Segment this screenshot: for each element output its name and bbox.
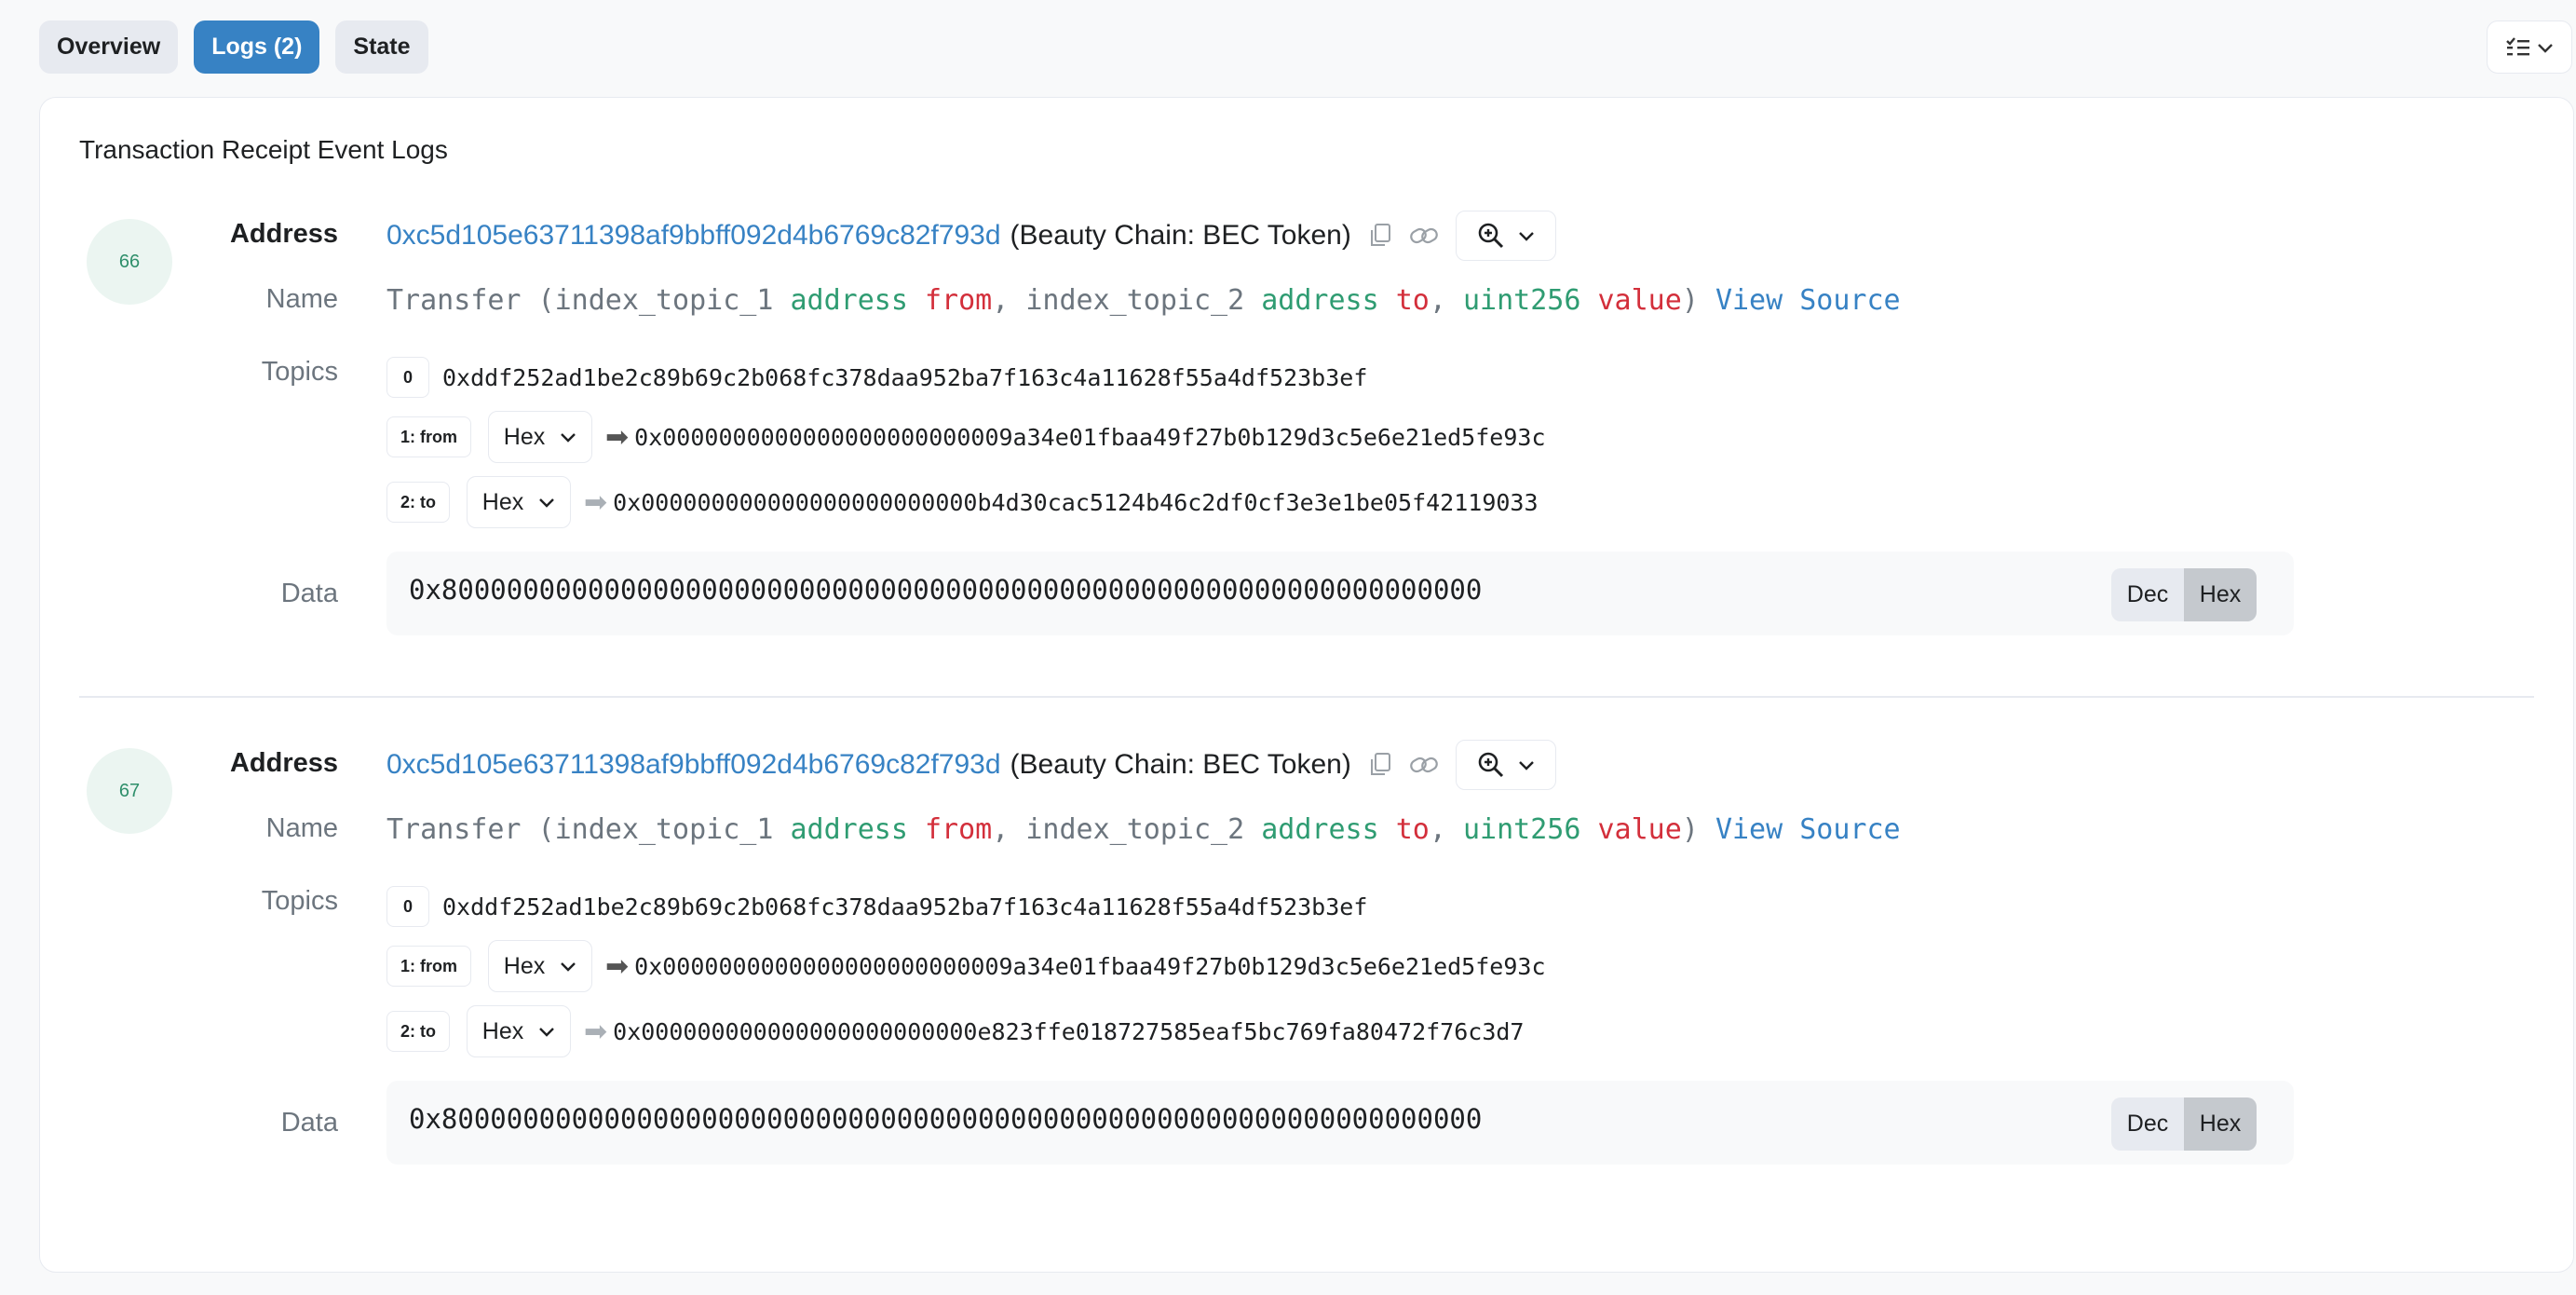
dec-button[interactable]: Dec — [2111, 568, 2184, 621]
topic-badge: 2: to — [386, 482, 450, 523]
view-source-link[interactable]: View Source — [1715, 813, 1901, 846]
data-value: 0x80000000000000000000000000000000000000… — [409, 1103, 1483, 1135]
topic-badge: 2: to — [386, 1011, 450, 1052]
address-tag: (Beauty Chain: BEC Token) — [1010, 749, 1351, 780]
topic-value: 0x0000000000000000000000009a34e01fbaa49f… — [634, 952, 1546, 980]
hex-button[interactable]: Hex — [2184, 1097, 2257, 1151]
arrow-right-icon: ➡ — [605, 950, 630, 982]
topic-badge: 0 — [386, 886, 429, 927]
log-entry: 67 Address 0xc5d105e63711398af9bbff092d4… — [40, 627, 2573, 1165]
topic-badge: 0 — [386, 357, 429, 398]
chevron-down-icon — [561, 962, 576, 972]
topic-format-select[interactable]: Hex — [467, 1005, 571, 1057]
address-link[interactable]: 0xc5d105e63711398af9bbff092d4b6769c82f79… — [386, 749, 1001, 781]
topic-badge: 1: from — [386, 416, 472, 457]
topic-row: 0 0xddf252ad1be2c89b69c2b068fc378daa952b… — [386, 886, 1367, 927]
topic-value: 0x000000000000000000000000b4d30cac5124b4… — [613, 488, 1539, 516]
zoom-icon — [1478, 223, 1503, 249]
tab-logs[interactable]: Logs (2) — [194, 20, 320, 74]
chevron-down-icon — [2538, 43, 2553, 53]
address-link[interactable]: 0xc5d105e63711398af9bbff092d4b6769c82f79… — [386, 220, 1001, 252]
topic-row: 2: to Hex ➡ 0x000000000000000000000000e8… — [386, 1005, 1524, 1057]
topic-row: 2: to Hex ➡ 0x000000000000000000000000b4… — [386, 476, 1539, 528]
data-box: 0x80000000000000000000000000000000000000… — [386, 1081, 2294, 1165]
data-label: Data — [280, 579, 338, 608]
topic-format-select[interactable]: Hex — [488, 411, 593, 463]
dec-button[interactable]: Dec — [2111, 1097, 2184, 1151]
topic-value: 0xddf252ad1be2c89b69c2b068fc378daa952ba7… — [442, 363, 1368, 391]
arrow-right-icon: ➡ — [605, 421, 630, 453]
chevron-down-icon — [561, 433, 576, 443]
topics-label: Topics — [261, 357, 338, 387]
address-tag: (Beauty Chain: BEC Token) — [1010, 220, 1351, 251]
chevron-down-icon — [1518, 232, 1534, 241]
hex-button[interactable]: Hex — [2184, 568, 2257, 621]
tab-overview[interactable]: Overview — [39, 20, 179, 74]
name-label: Name — [265, 813, 338, 843]
link-icon[interactable] — [1409, 225, 1439, 247]
address-row: 0xc5d105e63711398af9bbff092d4b6769c82f79… — [386, 210, 1556, 262]
name-label: Name — [265, 284, 338, 314]
topic-value: 0x000000000000000000000000e823ffe0187275… — [613, 1017, 1525, 1045]
checklist-icon — [2506, 36, 2529, 55]
data-value: 0x80000000000000000000000000000000000000… — [409, 574, 1483, 606]
dec-hex-toggle: Dec Hex — [2111, 1097, 2257, 1151]
arrow-right-icon: ➡ — [584, 1016, 608, 1047]
link-icon[interactable] — [1409, 754, 1439, 776]
dec-hex-toggle: Dec Hex — [2111, 568, 2257, 621]
data-box: 0x80000000000000000000000000000000000000… — [386, 552, 2294, 635]
event-signature: Transfer (index_topic_1 address from, in… — [386, 284, 1901, 317]
topic-row: 0 0xddf252ad1be2c89b69c2b068fc378daa952b… — [386, 357, 1367, 398]
event-logs-card: Transaction Receipt Event Logs 66 Addres… — [39, 97, 2574, 1273]
topic-format-select[interactable]: Hex — [488, 940, 593, 992]
copy-icon[interactable] — [1368, 223, 1392, 249]
chevron-down-icon — [539, 498, 555, 508]
event-signature: Transfer (index_topic_1 address from, in… — [386, 813, 1901, 846]
topic-format-select[interactable]: Hex — [467, 476, 571, 528]
topic-value: 0xddf252ad1be2c89b69c2b068fc378daa952ba7… — [442, 893, 1368, 920]
copy-icon[interactable] — [1368, 752, 1392, 778]
zoom-dropdown-button[interactable] — [1455, 740, 1556, 790]
data-label: Data — [280, 1108, 338, 1138]
topics-label: Topics — [261, 886, 338, 916]
topic-value: 0x0000000000000000000000009a34e01fbaa49f… — [634, 423, 1546, 451]
zoom-icon — [1478, 752, 1503, 778]
topic-row: 1: from Hex ➡ 0x000000000000000000000000… — [386, 940, 1546, 992]
address-row: 0xc5d105e63711398af9bbff092d4b6769c82f79… — [386, 739, 1556, 791]
view-source-link[interactable]: View Source — [1715, 284, 1901, 317]
chevron-down-icon — [539, 1028, 555, 1037]
chevron-down-icon — [1518, 761, 1534, 770]
tab-state[interactable]: State — [335, 20, 428, 74]
log-entry: 66 Address 0xc5d105e63711398af9bbff092d4… — [40, 98, 2573, 635]
address-label: Address — [229, 219, 338, 249]
address-label: Address — [229, 748, 338, 778]
tab-bar: Overview Logs (2) State — [39, 20, 428, 74]
arrow-right-icon: ➡ — [584, 486, 608, 518]
zoom-dropdown-button[interactable] — [1455, 211, 1556, 261]
topic-row: 1: from Hex ➡ 0x000000000000000000000000… — [386, 411, 1546, 463]
view-options-button[interactable] — [2487, 20, 2572, 74]
topic-badge: 1: from — [386, 946, 472, 987]
